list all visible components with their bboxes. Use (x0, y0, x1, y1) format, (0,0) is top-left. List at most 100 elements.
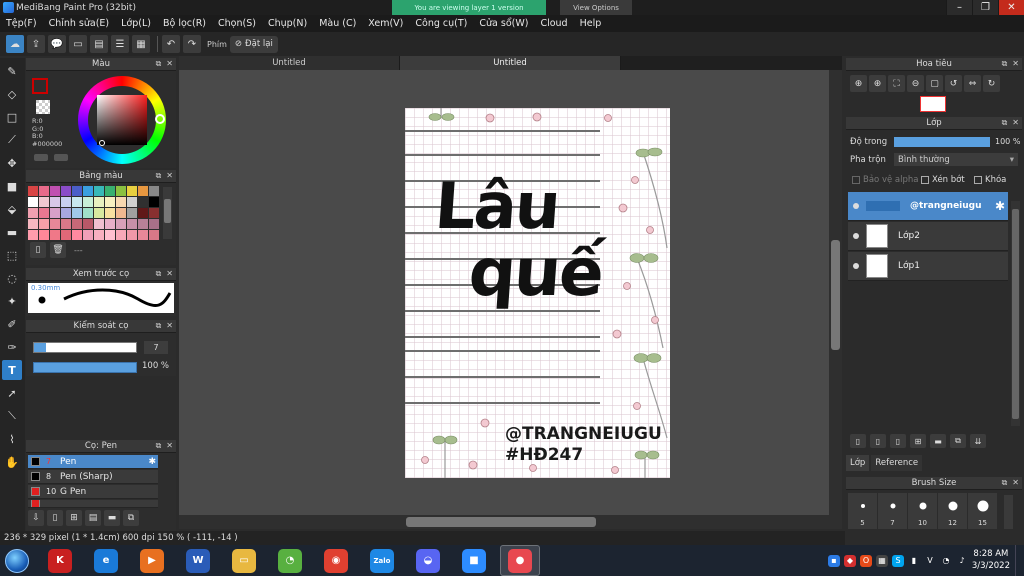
palette-swatch[interactable] (83, 230, 93, 240)
tray-network-icon[interactable]: ▦ (876, 554, 888, 567)
brush-size-cell[interactable]: 7 (878, 493, 907, 529)
palette-swatch[interactable] (83, 208, 93, 218)
select-rect-tool-icon[interactable]: ⬚ (2, 245, 22, 265)
taskbar-app-file-explorer[interactable]: ▭ (224, 545, 264, 576)
menu-color[interactable]: Màu (C) (313, 18, 362, 29)
layer-row-lop1[interactable]: Lớp1 (848, 252, 1008, 281)
grid-icon[interactable]: ▦ (132, 35, 150, 53)
new-layer-8bit-icon[interactable]: ▯ (890, 434, 906, 448)
magic-wand-tool-icon[interactable]: ✦ (2, 291, 22, 311)
tray-skype-icon[interactable]: S (892, 554, 904, 567)
brush-folder-icon[interactable]: ▬ (104, 510, 120, 526)
palette-swatch[interactable] (83, 186, 93, 196)
menu-view[interactable]: Xem(V) (362, 18, 409, 29)
menu-file[interactable]: Tệp(F) (0, 18, 43, 29)
palette-swatch[interactable] (94, 197, 104, 207)
panel-float-icon[interactable]: ⧉ (156, 59, 162, 69)
menu-cloud[interactable]: Cloud (534, 18, 573, 29)
palette-swatch[interactable] (72, 219, 82, 229)
panel-float-icon[interactable]: ⧉ (1002, 118, 1008, 128)
merge-layer-icon[interactable]: ⇊ (970, 434, 986, 448)
folder-icon[interactable]: ▬ (930, 434, 946, 448)
artwork-canvas[interactable]: Lâu quế @TRANGNEIUGU #HĐ247 (405, 108, 670, 478)
foreground-color-swatch[interactable] (32, 78, 48, 94)
new-layer-icon[interactable]: ▯ (850, 434, 866, 448)
maximize-icon[interactable]: ❐ (972, 0, 998, 15)
layer-row-trangneiugu[interactable]: @trangneiugu ✱ (848, 192, 1008, 221)
add-layer-menu-icon[interactable]: ⊞ (910, 434, 926, 448)
tray-signal-icon[interactable]: ▮ (908, 555, 920, 567)
palette-swatch[interactable] (72, 186, 82, 196)
new-halftone-layer-icon[interactable]: ▯ (870, 434, 886, 448)
palette-swatch[interactable] (105, 197, 115, 207)
taskbar-app-zoom[interactable]: ■ (454, 545, 494, 576)
palette-swatch[interactable] (105, 208, 115, 218)
panel-float-icon[interactable]: ⧉ (156, 269, 162, 279)
palette-swatch[interactable] (127, 208, 137, 218)
color-mode-wheel-button[interactable] (34, 154, 48, 161)
cloud-icon[interactable]: ☁ (6, 35, 24, 53)
palette-swatch[interactable] (94, 230, 104, 240)
palette-swatch[interactable] (72, 197, 82, 207)
taskbar-app-chrome[interactable]: ◉ (316, 545, 356, 576)
visibility-eye-icon[interactable] (853, 233, 859, 239)
taskbar-app-internet-explorer[interactable]: e (86, 545, 126, 576)
vertical-scroll-thumb[interactable] (831, 240, 840, 350)
taskbar-app-green-app[interactable]: ◔ (270, 545, 310, 576)
zoom-in-icon[interactable]: ⊕ (850, 75, 867, 92)
panel-close-icon[interactable]: ✕ (1012, 118, 1019, 128)
palette-scrollbar[interactable] (163, 187, 172, 239)
lock-checkbox[interactable]: Khóa (974, 175, 1006, 185)
palette-swatch[interactable] (149, 197, 159, 207)
palette-swatch[interactable] (127, 219, 137, 229)
palette-swatch[interactable] (138, 208, 148, 218)
new-brush-icon[interactable]: ▯ (47, 510, 63, 526)
minimize-icon[interactable]: – (946, 0, 972, 15)
palette-swatch[interactable] (28, 230, 38, 240)
panel-close-icon[interactable]: ✕ (1012, 478, 1019, 488)
update-banner[interactable]: You are viewing layer 1 version (392, 0, 546, 15)
duplicate-brush-icon[interactable]: ⧉ (123, 510, 139, 526)
canvas-vertical-scrollbar[interactable] (829, 70, 842, 519)
palette-swatch[interactable] (127, 186, 137, 196)
brush-item-pen[interactable]: 7 Pen ✱ (28, 455, 158, 469)
saturation-value-square[interactable] (97, 95, 147, 145)
brush-item-pen-sharp[interactable]: 8 Pen (Sharp) (28, 470, 158, 484)
palette-swatch[interactable] (61, 186, 71, 196)
tray-v-icon[interactable]: V (924, 555, 936, 567)
panel-close-icon[interactable]: ✕ (166, 171, 173, 181)
palette-swatch[interactable] (72, 208, 82, 218)
menu-snap[interactable]: Chụp(N) (262, 18, 313, 29)
clipping-checkbox[interactable]: Xén bớt (921, 175, 965, 185)
panel-float-icon[interactable]: ⧉ (1002, 478, 1008, 488)
layer-row-lop2[interactable]: Lớp2 (848, 222, 1008, 251)
palette-swatch[interactable] (127, 230, 137, 240)
panel-float-icon[interactable]: ⧉ (1002, 59, 1008, 69)
palette-swatch[interactable] (50, 186, 60, 196)
palette-swatch[interactable] (138, 230, 148, 240)
text-tool-icon[interactable]: T (2, 360, 22, 380)
brush-opacity-slider[interactable] (33, 362, 137, 373)
palette-swatch[interactable] (61, 219, 71, 229)
palette-swatch[interactable] (94, 186, 104, 196)
palette-swatch[interactable] (28, 208, 38, 218)
palette-swatch[interactable] (50, 219, 60, 229)
hand-tool-icon[interactable]: ✋ (2, 452, 22, 472)
bucket-tool-icon[interactable]: ⬙ (2, 199, 22, 219)
palette-swatch[interactable] (116, 186, 126, 196)
layer-scrollbar[interactable] (1011, 201, 1020, 426)
canvas-horizontal-scrollbar[interactable] (179, 515, 842, 529)
menu-help[interactable]: Help (574, 18, 608, 29)
panel-float-icon[interactable]: ⧉ (156, 171, 162, 181)
palette-swatch[interactable] (50, 208, 60, 218)
brush-settings-icon[interactable]: ▤ (85, 510, 101, 526)
lasso-tool-icon[interactable]: ◌ (2, 268, 22, 288)
reset-button[interactable]: ⊘ Đặt lại (229, 35, 278, 53)
brush-tool-icon[interactable]: ✎ (2, 61, 22, 81)
tray-app-icon[interactable]: ▪ (828, 554, 840, 567)
palette-swatch[interactable] (116, 197, 126, 207)
tray-volume-icon[interactable]: ♪ (956, 555, 968, 567)
taskbar-clock[interactable]: 8:28 AM 3/3/2022 (972, 548, 1010, 572)
fill-rect-tool-icon[interactable]: ■ (2, 176, 22, 196)
rotate-right-icon[interactable]: ↻ (983, 75, 1000, 92)
